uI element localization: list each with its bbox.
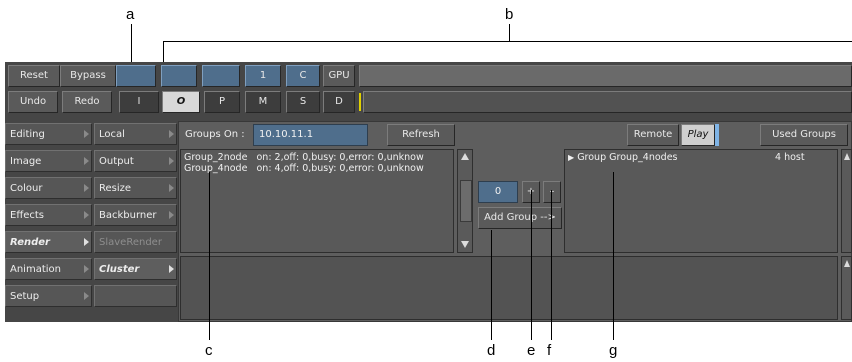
submenu-local[interactable]: Local <box>94 123 177 145</box>
menu-editing-label: Editing <box>10 129 45 140</box>
menu-animation-label: Animation <box>10 264 61 275</box>
i-button[interactable]: I <box>119 91 159 113</box>
used-groups-scrollbar[interactable] <box>841 149 852 253</box>
callout-b: b <box>505 6 514 23</box>
groups-on-label: Groups On : <box>185 129 245 140</box>
available-groups-list[interactable]: Group_2node on: 2,off: 0,busy: 0,error: … <box>180 149 454 253</box>
slot-button-1[interactable] <box>116 65 156 87</box>
used-groups-button[interactable]: Used Groups <box>760 124 848 146</box>
menu-setup-label: Setup <box>10 291 40 302</box>
callout-line-f <box>551 190 552 340</box>
callout-line-g <box>613 172 614 340</box>
submenu-resize[interactable]: Resize <box>94 177 177 199</box>
remote-button[interactable]: Remote <box>627 124 679 146</box>
status-scroll-up-icon[interactable] <box>843 260 850 267</box>
submenu-cluster[interactable]: Cluster <box>94 258 177 280</box>
callout-line-e <box>531 190 532 340</box>
add-group-button[interactable]: Add Group --> <box>478 207 562 229</box>
callout-line-b-bar <box>163 41 852 42</box>
menu-image[interactable]: Image <box>5 150 92 172</box>
row1-filler <box>359 65 852 87</box>
group-row-2[interactable]: Group_4node on: 4,off: 0,busy: 0,error: … <box>181 163 453 174</box>
menu-colour-label: Colour <box>10 183 43 194</box>
status-area <box>180 256 838 320</box>
submenu-output-label: Output <box>99 156 134 167</box>
used-scroll-up-icon[interactable] <box>843 153 850 160</box>
gpu-button[interactable]: GPU <box>323 65 355 87</box>
scroll-down-icon[interactable] <box>461 241 469 248</box>
submenu-resize-label: Resize <box>99 183 132 194</box>
scroll-up-icon[interactable] <box>461 153 469 160</box>
callout-a: a <box>126 6 135 23</box>
play-indicator <box>715 124 719 146</box>
status-scrollbar[interactable] <box>841 256 852 320</box>
c-button[interactable]: C <box>286 65 320 87</box>
group-row-2-name: Group_4node <box>184 163 248 174</box>
submenu-backburner[interactable]: Backburner <box>94 204 177 226</box>
group-row-1-name: Group_2node <box>184 152 248 163</box>
callout-e: e <box>527 342 536 359</box>
menu-setup[interactable]: Setup <box>5 285 92 307</box>
callout-c: c <box>205 342 213 359</box>
menu-image-label: Image <box>10 156 42 167</box>
menu-effects-label: Effects <box>10 210 44 221</box>
callout-line-c <box>209 172 210 340</box>
menu-colour[interactable]: Colour <box>5 177 92 199</box>
menu-animation[interactable]: Animation <box>5 258 92 280</box>
slot-button-2[interactable] <box>161 65 197 87</box>
submenu-slaverender: SlaveRender <box>94 231 177 253</box>
bypass-button[interactable]: Bypass <box>60 65 116 87</box>
submenu-output[interactable]: Output <box>94 150 177 172</box>
menu-render-label: Render <box>10 237 50 248</box>
submenu-cluster-label: Cluster <box>99 264 140 275</box>
callout-line-d <box>491 230 492 340</box>
used-group-label: Group Group_4nodes <box>577 152 678 163</box>
group-row-2-status: on: 4,off: 0,busy: 0,error: 0,unknow <box>256 163 424 174</box>
slot-button-3[interactable] <box>202 65 240 87</box>
used-group-hosts: 4 host <box>775 152 805 163</box>
s-button[interactable]: S <box>286 91 320 113</box>
callout-line-b-stem <box>509 24 510 42</box>
submenu-backburner-label: Backburner <box>99 210 157 221</box>
undo-button[interactable]: Undo <box>8 91 58 113</box>
group-row-1-status: on: 2,off: 0,busy: 0,error: 0,unknow <box>256 152 424 163</box>
callout-g: g <box>609 342 618 359</box>
minus-button[interactable]: – <box>543 181 561 203</box>
submenu-slaverender-label: SlaveRender <box>99 237 162 248</box>
refresh-button[interactable]: Refresh <box>387 124 455 146</box>
used-groups-list[interactable]: ▶ Group Group_4nodes 4 host <box>564 149 838 253</box>
groups-on-ip-field[interactable]: 10.10.11.1 <box>253 124 368 146</box>
menu-editing[interactable]: Editing <box>5 123 92 145</box>
node-count-field[interactable]: 0 <box>478 181 518 203</box>
group-row-1[interactable]: Group_2node on: 2,off: 0,busy: 0,error: … <box>181 150 453 163</box>
menu-effects[interactable]: Effects <box>5 204 92 226</box>
o-button[interactable]: O <box>162 91 200 113</box>
callout-d: d <box>487 342 496 359</box>
redo-button[interactable]: Redo <box>62 91 112 113</box>
available-groups-scrollbar[interactable] <box>457 149 473 253</box>
scroll-thumb[interactable] <box>460 180 472 222</box>
one-button[interactable]: 1 <box>245 65 281 87</box>
m-button[interactable]: M <box>245 91 281 113</box>
reset-button[interactable]: Reset <box>8 65 60 87</box>
d-button[interactable]: D <box>323 91 355 113</box>
submenu-local-label: Local <box>99 129 125 140</box>
expand-triangle-icon[interactable]: ▶ <box>568 153 574 162</box>
row2-filler <box>363 91 852 113</box>
callout-f: f <box>547 342 552 359</box>
menu-render[interactable]: Render <box>5 231 92 253</box>
p-button[interactable]: P <box>204 91 240 113</box>
app-window: Reset Bypass 1 C GPU Undo Redo I O P M S… <box>5 62 852 322</box>
play-button[interactable]: Play <box>681 124 715 146</box>
submenu-empty <box>94 285 177 307</box>
used-group-row[interactable]: ▶ Group Group_4nodes 4 host <box>565 150 837 163</box>
yellow-marker <box>359 93 361 111</box>
